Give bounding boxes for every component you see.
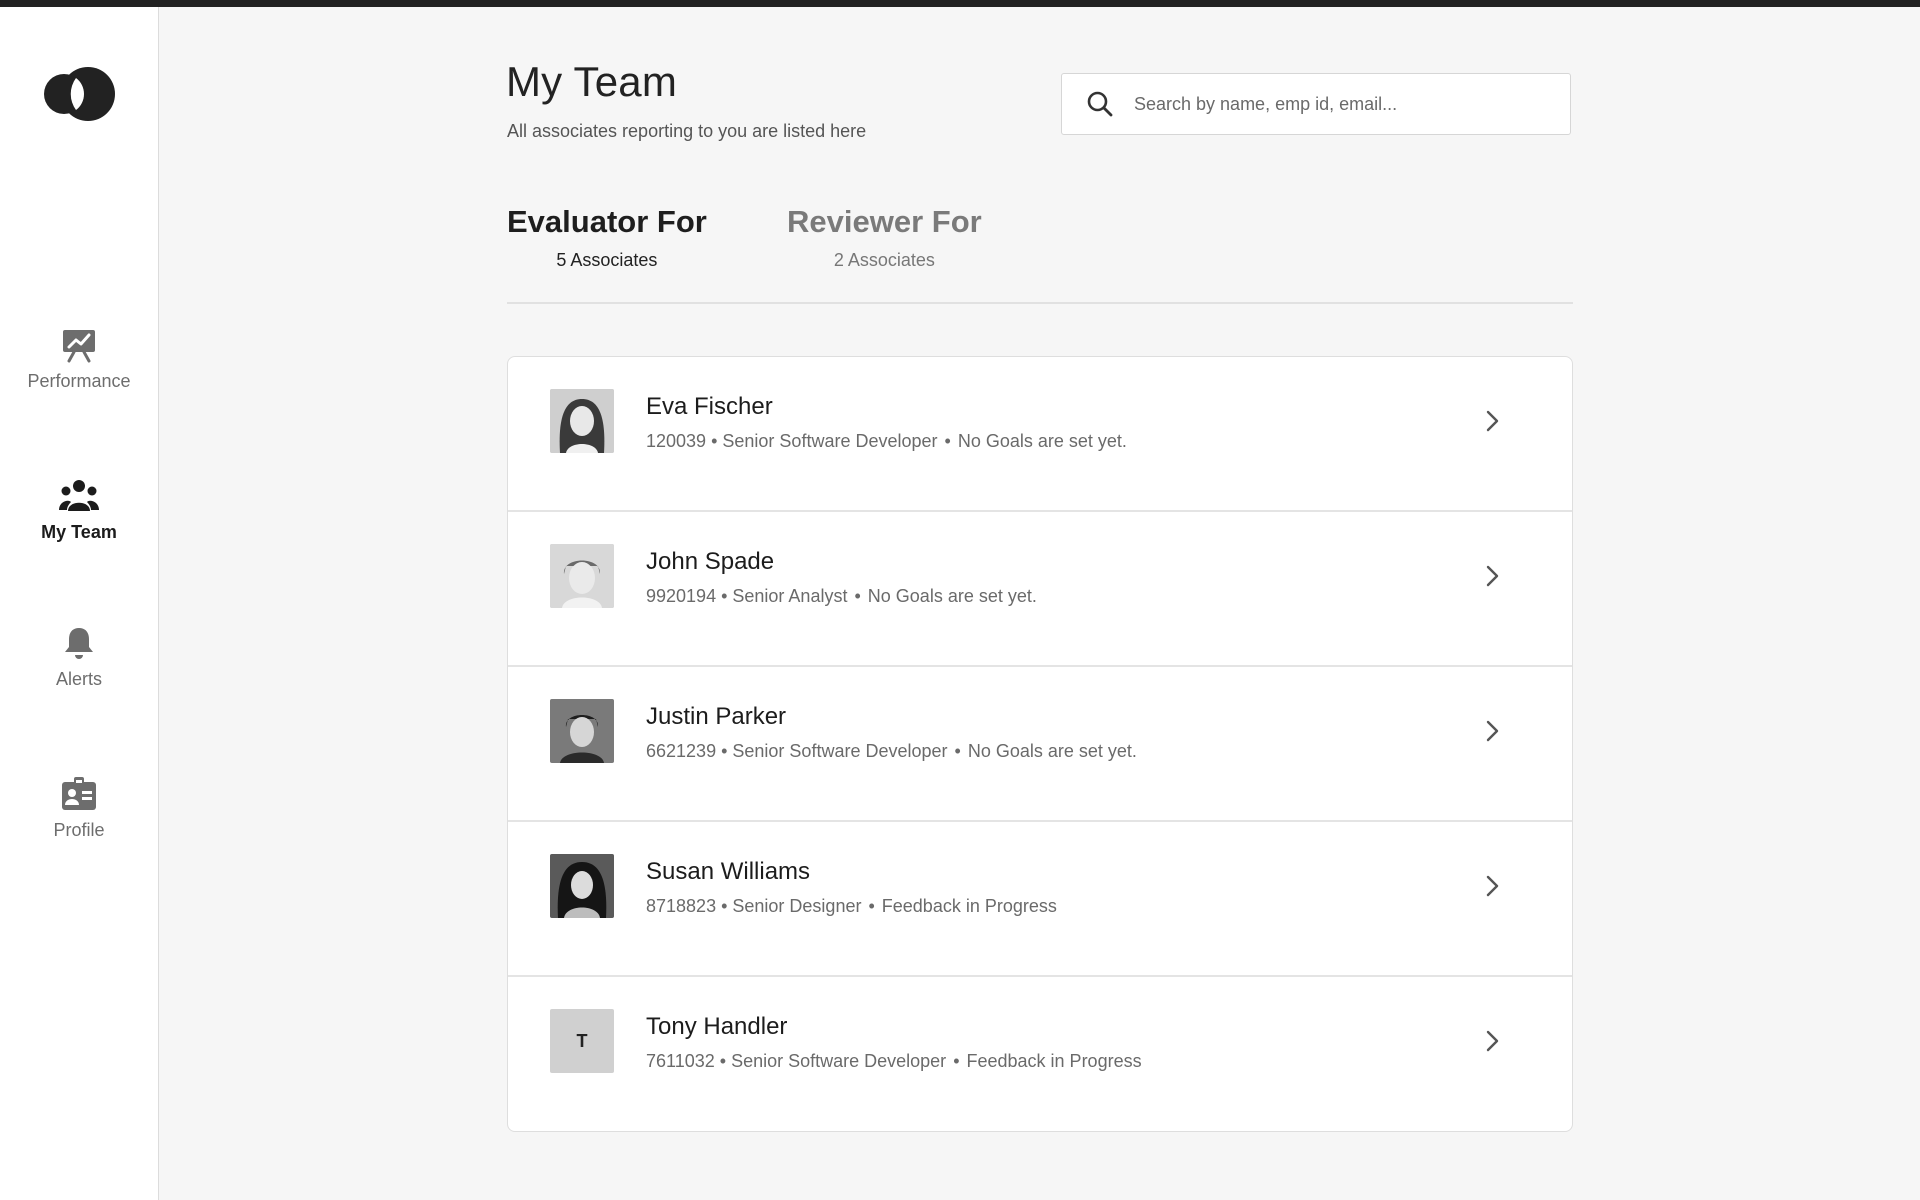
chevron-right-icon[interactable]: [1480, 874, 1504, 898]
associate-name: John Spade: [646, 548, 775, 575]
search-icon[interactable]: [1086, 90, 1114, 118]
list-item[interactable]: Susan Williams 8718823 • Senior Designer…: [508, 822, 1572, 977]
list-item[interactable]: Eva Fischer 120039 • Senior Software Dev…: [508, 357, 1572, 512]
nav-item-profile[interactable]: Profile: [0, 774, 158, 841]
role: Senior Software Developer: [731, 1051, 947, 1071]
page-title: My Team: [506, 58, 677, 105]
nav-label-alerts: Alerts: [55, 669, 102, 689]
chevron-right-icon[interactable]: [1480, 409, 1504, 433]
avatar: [550, 544, 614, 608]
tab-count: 5 Associates: [556, 250, 658, 270]
nav-item-performance[interactable]: Performance: [0, 325, 158, 392]
chevron-right-icon[interactable]: [1480, 719, 1504, 743]
emp-id: 6621239: [646, 741, 717, 761]
associate-name: Susan Williams: [646, 858, 811, 885]
search-box: [1061, 73, 1571, 135]
search-input[interactable]: [1132, 92, 1556, 116]
associate-meta: 7611032 • Senior Software Developer • Feed…: [646, 1051, 1142, 1071]
status: Feedback in Progress: [881, 896, 1057, 916]
status: No Goals are set yet.: [867, 586, 1037, 606]
tab-reviewer-for[interactable]: Reviewer For 2 Associates: [787, 204, 982, 271]
associate-meta: 8718823 • Senior Designer • Feedback in Pr…: [646, 896, 1057, 916]
associate-list: Eva Fischer 120039 • Senior Software Dev…: [507, 356, 1573, 1132]
sidebar: Performance My Team Alerts Profile: [0, 7, 159, 1200]
status: Feedback in Progress: [966, 1051, 1142, 1071]
tab-bar: Evaluator For 5 Associates Reviewer For …: [507, 204, 1573, 304]
tab-title: Reviewer For: [787, 204, 982, 239]
status: No Goals are set yet.: [957, 431, 1127, 451]
performance-icon: [59, 325, 99, 365]
avatar: [550, 699, 614, 763]
avatar: [550, 389, 614, 453]
chevron-right-icon[interactable]: [1480, 1029, 1504, 1053]
nav-label-performance: Performance: [27, 371, 131, 391]
role: Senior Software Developer: [722, 431, 938, 451]
nav-label-my-team: My Team: [41, 522, 117, 542]
list-item[interactable]: Justin Parker 6621239 • Senior Software …: [508, 667, 1572, 822]
status: No Goals are set yet.: [967, 741, 1137, 761]
nav-label-profile: Profile: [53, 820, 105, 840]
nav-item-alerts[interactable]: Alerts: [0, 623, 158, 690]
logo[interactable]: [42, 63, 118, 125]
logo-icon: [44, 67, 115, 121]
team-icon: [59, 476, 99, 516]
chevron-right-icon[interactable]: [1480, 564, 1504, 588]
tab-title: Evaluator For: [507, 204, 707, 239]
role: Senior Software Developer: [732, 741, 948, 761]
tab-count: 2 Associates: [833, 250, 935, 270]
top-bar: [0, 0, 1920, 7]
associate-meta: 120039 • Senior Software Developer • No Go…: [646, 431, 1127, 451]
role: Senior Designer: [732, 896, 862, 916]
emp-id: 120039: [646, 431, 707, 451]
role: Senior Analyst: [732, 586, 848, 606]
associate-name: Justin Parker: [646, 703, 787, 730]
list-item[interactable]: T Tony Handler 7611032 • Senior Software…: [508, 977, 1572, 1131]
nav-item-my-team[interactable]: My Team: [0, 476, 158, 543]
tab-evaluator-for[interactable]: Evaluator For 5 Associates: [507, 204, 707, 271]
id-badge-icon: [59, 774, 99, 814]
associate-meta: 9920194 • Senior Analyst • No Goals are se…: [646, 586, 1037, 606]
page-subtitle: All associates reporting to you are list…: [507, 121, 867, 141]
associate-meta: 6621239 • Senior Software Developer • No G…: [646, 741, 1137, 761]
associate-name: Eva Fischer: [646, 393, 773, 420]
avatar: [550, 854, 614, 918]
avatar: T: [550, 1009, 614, 1073]
bell-icon: [59, 623, 99, 663]
emp-id: 8718823: [646, 896, 717, 916]
emp-id: 9920194: [646, 586, 717, 606]
emp-id: 7611032: [646, 1051, 715, 1071]
associate-name: Tony Handler: [646, 1013, 788, 1040]
avatar-initial: T: [550, 1009, 614, 1073]
list-item[interactable]: John Spade 9920194 • Senior Analyst • No G…: [508, 512, 1572, 667]
